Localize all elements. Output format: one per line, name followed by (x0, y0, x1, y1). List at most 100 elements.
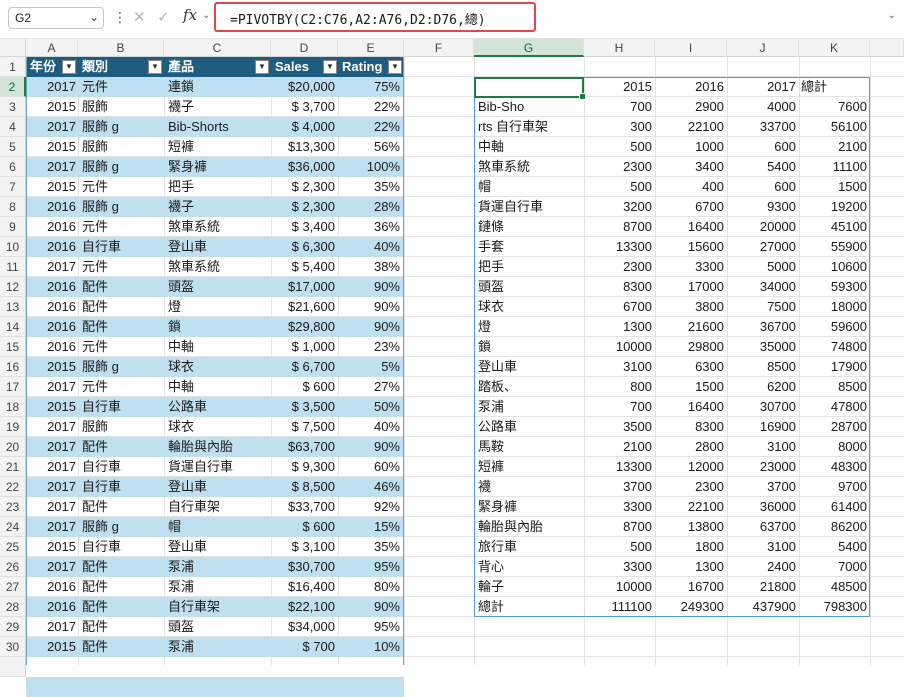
name-box[interactable]: G2 ⌄ (8, 7, 104, 29)
row-header-21[interactable]: 21 (0, 457, 26, 477)
column-header-d[interactable]: D (271, 39, 338, 57)
pivot-row-label: 襪 (478, 479, 492, 494)
column-header-g[interactable]: G (474, 39, 584, 57)
pivot-cell-total: 10600 (830, 259, 867, 274)
row-header-30[interactable]: 30 (0, 637, 26, 657)
pivot-cell-2017: 5400 (767, 159, 796, 174)
column-header-f[interactable]: F (404, 39, 474, 57)
row-header-16[interactable]: 16 (0, 357, 26, 377)
row-header-25[interactable]: 25 (0, 537, 26, 557)
column-header-i[interactable]: I (655, 39, 727, 57)
row-header-13[interactable]: 13 (0, 297, 26, 317)
pivot-row-label: 手套 (478, 239, 505, 254)
pivot-cell-2015: 2300 (623, 259, 652, 274)
row-header-29[interactable]: 29 (0, 617, 26, 637)
row-header-22[interactable]: 22 (0, 477, 26, 497)
row-header-3[interactable]: 3 (0, 97, 26, 117)
formula-input[interactable]: =PIVOTBY(C2:C76,A2:A76,D2:D76,總) (214, 2, 536, 32)
pivot-cell-total: 48300 (830, 459, 867, 474)
pivot-row-label: 鏈條 (478, 219, 505, 234)
pivot-cell-2015: 2015 (623, 79, 652, 94)
chevron-down-icon[interactable]: ⌄ (202, 10, 210, 21)
pivot-cell-2015: 8700 (623, 519, 652, 534)
pivot-row-label: 帽 (478, 179, 492, 194)
pivot-cell-total: 2100 (838, 139, 867, 154)
row-header-4[interactable]: 4 (0, 117, 26, 137)
column-header-j[interactable]: J (727, 39, 799, 57)
pivot-cell-2015: 3300 (623, 559, 652, 574)
column-header-b[interactable]: B (78, 39, 164, 57)
pivot-cell-total: 56100 (830, 119, 867, 134)
row-header-2[interactable]: 2 (0, 77, 26, 97)
pivot-cell-2016: 1500 (695, 379, 724, 394)
pivot-cell-total: 48500 (830, 579, 867, 594)
pivot-cell-2017: 3700 (767, 479, 796, 494)
pivot-cell-2015: 6700 (623, 299, 652, 314)
close-icon[interactable]: ✕ (133, 8, 146, 26)
row-header-11[interactable]: 11 (0, 257, 26, 277)
formula-bar: G2 ⌄ ⋮ ✕ ✓ fx ⌄ =PIVOTBY(C2:C76,A2:A76,D… (0, 0, 904, 39)
row-header-1[interactable]: 1 (0, 57, 26, 77)
row-header-23[interactable]: 23 (0, 497, 26, 517)
pivot-cell-total: 74800 (830, 339, 867, 354)
row-header-14[interactable]: 14 (0, 317, 26, 337)
column-header-a[interactable]: A (26, 39, 78, 57)
pivot-cell-2016: 6300 (695, 359, 724, 374)
row-header-15[interactable]: 15 (0, 337, 26, 357)
pivot-cell-2015: 500 (630, 139, 652, 154)
row-header-5[interactable]: 5 (0, 137, 26, 157)
pivot-cell-2017: 2400 (767, 559, 796, 574)
pivot-cell-2017: 36000 (759, 499, 796, 514)
pivot-cell-total: 86200 (830, 519, 867, 534)
column-header-h[interactable]: H (584, 39, 655, 57)
row-header-31[interactable] (0, 657, 26, 677)
row-header-19[interactable]: 19 (0, 417, 26, 437)
pivot-cell-2016: 3400 (695, 159, 724, 174)
row-header-18[interactable]: 18 (0, 397, 26, 417)
pivot-cell-2017: 5000 (767, 259, 796, 274)
pivot-cell-total: 17900 (830, 359, 867, 374)
row-header-27[interactable]: 27 (0, 577, 26, 597)
pivot-cell-2015: 8300 (623, 279, 652, 294)
column-header-c[interactable]: C (164, 39, 271, 57)
expand-formula-icon[interactable]: ⌄ (888, 10, 896, 21)
chevron-down-icon[interactable]: ⌄ (89, 10, 99, 24)
pivot-row-label: 輪子 (478, 579, 505, 594)
pivot-row-label: 馬鞍 (478, 439, 505, 454)
row-header-9[interactable]: 9 (0, 217, 26, 237)
pivot-cell-2017: 36700 (759, 319, 796, 334)
row-header-28[interactable]: 28 (0, 597, 26, 617)
pivot-cell-total: 8500 (838, 379, 867, 394)
pivot-cell-total: 5400 (838, 539, 867, 554)
pivot-cell-2017: 34000 (759, 279, 796, 294)
column-header-e[interactable]: E (338, 39, 404, 57)
column-header-k[interactable]: K (799, 39, 870, 57)
pivot-cell-2015: 3300 (623, 499, 652, 514)
pivot-cell-total: 8000 (838, 439, 867, 454)
pivot-row-label: rts 自行車架 (478, 119, 549, 134)
row-header-20[interactable]: 20 (0, 437, 26, 457)
pivot-cell-2016: 16700 (687, 579, 724, 594)
pivot-row-label: 旅行車 (478, 539, 518, 554)
row-header-12[interactable]: 12 (0, 277, 26, 297)
more-options-icon[interactable]: ⋮ (113, 9, 127, 26)
check-icon[interactable]: ✓ (157, 8, 170, 26)
pivot-cell-2015: 13300 (615, 239, 652, 254)
row-header-8[interactable]: 8 (0, 197, 26, 217)
row-header-10[interactable]: 10 (0, 237, 26, 257)
row-header-24[interactable]: 24 (0, 517, 26, 537)
row-header-7[interactable]: 7 (0, 177, 26, 197)
row-header-6[interactable]: 6 (0, 157, 26, 177)
pivot-cell-2015: 700 (630, 399, 652, 414)
select-all-corner[interactable] (0, 39, 26, 57)
pivot-cell-2015: 800 (630, 379, 652, 394)
pivot-cell-total: 1500 (838, 179, 867, 194)
pivot-cell-2017: 3100 (767, 439, 796, 454)
pivot-cell-2016: 15600 (687, 239, 724, 254)
pivot-cell-2015: 1300 (623, 319, 652, 334)
fx-icon[interactable]: fx (183, 6, 197, 24)
row-header-17[interactable]: 17 (0, 377, 26, 397)
row-header-26[interactable]: 26 (0, 557, 26, 577)
pivot-cell-2016: 6700 (695, 199, 724, 214)
pivot-row-label: 總計 (478, 599, 505, 614)
